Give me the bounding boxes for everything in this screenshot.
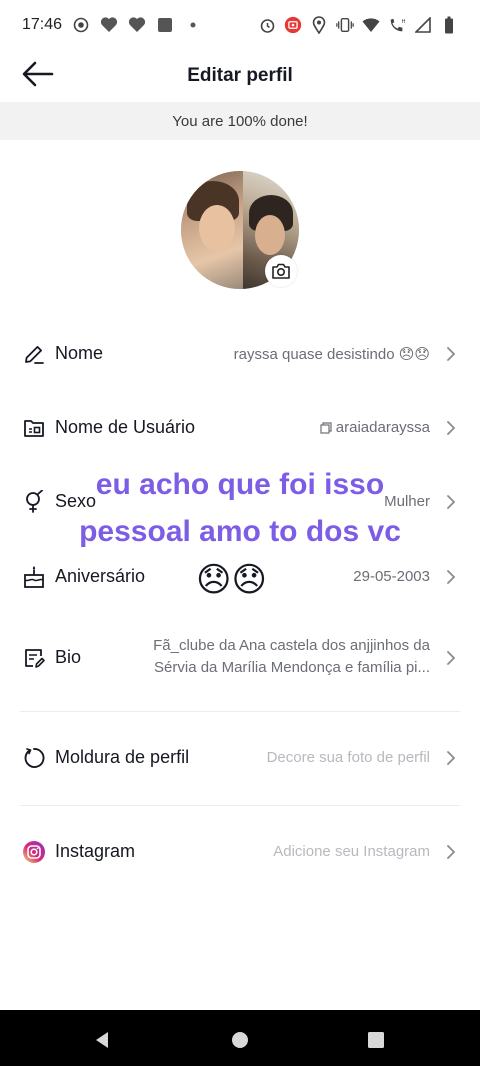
record-icon [72,16,90,34]
back-button[interactable] [20,60,56,92]
row-label-nome: Nome [55,343,104,363]
status-bar: 17:46 H [0,0,480,50]
nav-home-icon[interactable] [228,1028,252,1052]
row-instagram[interactable]: Instagram Adicione seu Instagram [0,830,480,874]
vibrate-icon [336,16,354,34]
system-nav-bar [0,1010,480,1066]
id-card-icon [22,416,46,440]
svg-text:H: H [402,19,406,25]
pencil-icon [22,342,46,366]
row-label-moldura: Moldura de perfil [55,747,190,767]
row-label-username: Nome de Usuário [55,417,196,437]
heart-app-icon [100,16,118,34]
wifi-call-icon: H [388,16,406,34]
top-app-bar: Editar perfil [0,50,480,102]
arrow-left-icon [22,61,54,92]
chevron-right-icon [444,347,458,361]
screen-record-icon [284,16,302,34]
row-label-bio: Bio [55,647,82,667]
location-icon [310,16,328,34]
camera-icon[interactable] [265,255,297,287]
cake-icon [22,565,46,589]
chevron-right-icon [444,651,458,665]
row-value-username: araiadarayssa [320,419,430,438]
row-label-instagram: Instagram [55,841,136,861]
chevron-right-icon [444,495,458,509]
profile-completion-banner: You are 100% done! [0,102,480,140]
row-label-aniversario: Aniversário [55,566,146,586]
row-value-nome: rayssa quase desistindo 😞😞 [233,346,430,363]
row-value-bio: Fã_clube da Ana castela dos anjjinhos da… [110,635,430,679]
battery-icon [440,16,458,34]
status-time: 17:46 [22,16,63,33]
gender-icon [22,490,46,514]
chevron-right-icon [444,845,458,859]
row-value-instagram: Adicione seu Instagram [273,843,430,860]
chevron-right-icon [444,751,458,765]
app-square-icon [156,16,174,34]
row-value-aniversario: 29-05-2003 [353,568,430,585]
instagram-icon [22,840,46,864]
row-value-sexo: Mulher [384,493,430,510]
row-sexo[interactable]: Sexo Mulher [0,480,480,524]
copy-icon[interactable] [320,421,332,438]
heart-app-icon-2 [128,16,146,34]
frame-circle-icon [22,746,46,770]
row-username[interactable]: Nome de Usuário araiadarayssa [0,406,480,450]
row-bio[interactable]: Bio Fã_clube da Ana castela dos anjjinho… [0,630,480,686]
edit-note-icon [22,646,46,670]
bio-line-1: Fã_clube da Ana castela dos anjjinhos da [153,637,430,654]
row-value-moldura: Decore sua foto de perfil [266,749,430,766]
row-aniversario[interactable]: Aniversário 29-05-2003 [0,555,480,599]
page-title: Editar perfil [187,65,293,86]
dot-icon [184,16,202,34]
nav-recents-icon[interactable] [364,1028,388,1052]
signal-icon [414,16,432,34]
divider [20,711,460,712]
alarm-icon [258,16,276,34]
profile-photo-button[interactable] [181,171,299,289]
wifi-icon [362,16,380,34]
divider [20,805,460,806]
chevron-right-icon [444,421,458,435]
row-label-sexo: Sexo [55,491,97,511]
nav-back-icon[interactable] [90,1028,114,1052]
row-moldura[interactable]: Moldura de perfil Decore sua foto de per… [0,736,480,780]
bio-line-2: Sérvia da Marília Mendonça e família pi.… [154,659,430,676]
chevron-right-icon [444,570,458,584]
row-nome[interactable]: Nome rayssa quase desistindo 😞😞 [0,332,480,376]
username-text: araiadarayssa [335,419,430,436]
